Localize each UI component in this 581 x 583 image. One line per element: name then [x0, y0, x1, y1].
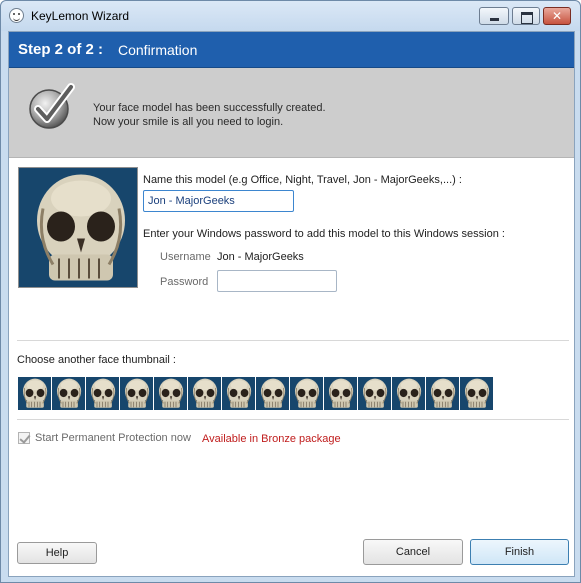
face-model-photo — [18, 167, 138, 288]
skull-thumbnail-image — [120, 377, 153, 410]
skull-thumbnail-image — [86, 377, 119, 410]
checkmark-icon — [29, 83, 75, 129]
username-value: Jon - MajorGeeks — [217, 251, 304, 263]
password-input[interactable] — [217, 270, 337, 292]
face-thumbnail[interactable] — [460, 377, 493, 410]
keylemon-wizard-window: KeyLemon Wizard ✕ Step 2 of 2 : Confirma… — [0, 0, 581, 583]
close-button[interactable]: ✕ — [543, 7, 571, 25]
window-title: KeyLemon Wizard — [31, 9, 130, 23]
step-title: Confirmation — [118, 42, 198, 58]
skull-thumbnail-image — [290, 377, 323, 410]
face-thumbnail[interactable] — [426, 377, 459, 410]
face-thumbnail[interactable] — [120, 377, 153, 410]
face-thumbnail[interactable] — [188, 377, 221, 410]
skull-thumbnail-image — [358, 377, 391, 410]
separator-top — [17, 340, 569, 341]
skull-thumbnail-image — [222, 377, 255, 410]
thumbnail-label: Choose another face thumbnail : — [17, 354, 176, 366]
model-name-label: Name this model (e.g Office, Night, Trav… — [143, 174, 462, 186]
separator-bottom — [17, 419, 569, 420]
skull-thumbnail-image — [256, 377, 289, 410]
skull-thumbnail-image — [460, 377, 493, 410]
step-indicator: Step 2 of 2 : — [18, 41, 104, 58]
title-bar[interactable]: KeyLemon Wizard ✕ — [1, 1, 580, 31]
face-thumbnail[interactable] — [256, 377, 289, 410]
username-label: Username — [160, 251, 211, 263]
minimize-button[interactable] — [479, 7, 509, 25]
step-header: Step 2 of 2 : Confirmation — [9, 32, 574, 68]
skull-face-image — [19, 168, 138, 288]
skull-thumbnail-image — [392, 377, 425, 410]
maximize-button[interactable] — [512, 7, 540, 25]
close-icon: ✕ — [551, 9, 563, 23]
thumbnail-strip — [18, 377, 494, 410]
face-thumbnail[interactable] — [392, 377, 425, 410]
face-thumbnail[interactable] — [86, 377, 119, 410]
face-thumbnail[interactable] — [222, 377, 255, 410]
skull-thumbnail-image — [324, 377, 357, 410]
success-line-1: Your face model has been successfully cr… — [93, 102, 326, 114]
skull-thumbnail-image — [52, 377, 85, 410]
help-button[interactable]: Help — [17, 542, 97, 564]
success-line-2: Now your smile is all you need to login. — [93, 116, 284, 128]
success-panel: Your face model has been successfully cr… — [9, 68, 574, 158]
skull-thumbnail-image — [18, 377, 51, 410]
face-thumbnail[interactable] — [18, 377, 51, 410]
face-thumbnail[interactable] — [290, 377, 323, 410]
face-thumbnail[interactable] — [52, 377, 85, 410]
face-thumbnail[interactable] — [154, 377, 187, 410]
cancel-button[interactable]: Cancel — [363, 539, 463, 565]
permanent-protection-checkbox[interactable] — [18, 432, 30, 444]
password-label: Password — [160, 276, 209, 288]
permanent-protection-label: Start Permanent Protection now — [35, 432, 191, 444]
skull-thumbnail-image — [154, 377, 187, 410]
face-thumbnail[interactable] — [358, 377, 391, 410]
bronze-package-note: Available in Bronze package — [202, 433, 341, 445]
skull-thumbnail-image — [188, 377, 221, 410]
keylemon-smiley-icon — [9, 8, 24, 23]
success-message: Your face model has been successfully cr… — [93, 101, 326, 129]
model-name-input[interactable] — [143, 190, 294, 212]
face-thumbnail[interactable] — [324, 377, 357, 410]
wizard-content: Step 2 of 2 : Confirmation Your face mod… — [8, 31, 575, 577]
finish-button[interactable]: Finish — [470, 539, 569, 565]
skull-thumbnail-image — [426, 377, 459, 410]
password-intro-label: Enter your Windows password to add this … — [143, 228, 505, 240]
